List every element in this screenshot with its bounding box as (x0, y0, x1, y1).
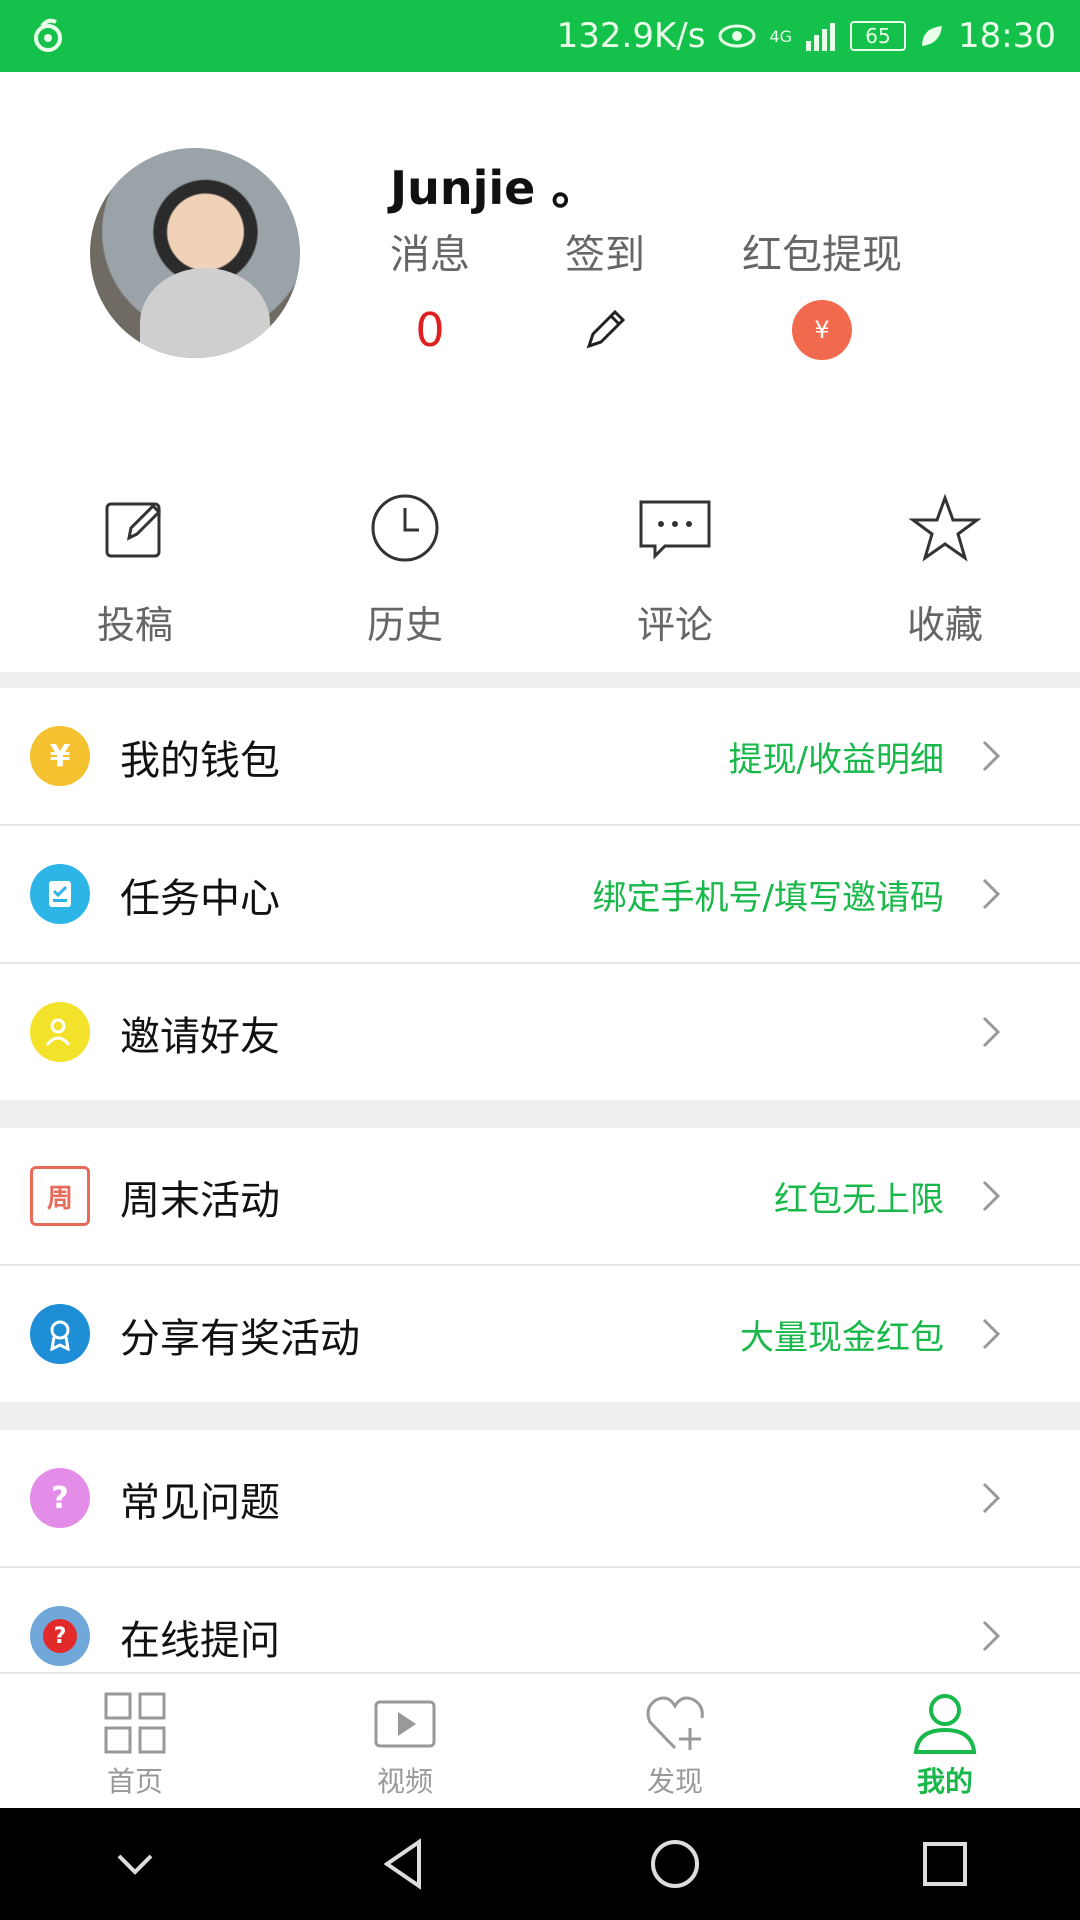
menu-item-title: 任务中心 (120, 876, 280, 922)
red-packet-icon: ¥ (792, 300, 852, 360)
quick-action-label: 评论 (636, 603, 713, 647)
menu-item-title: 在线提问 (120, 1618, 280, 1664)
battery-icon: 65 (850, 21, 907, 51)
menu-item-wallet[interactable]: ¥ 我的钱包 提现/收益明细 (0, 688, 1080, 826)
menu-item-hint: 提现/收益明细 (728, 740, 944, 780)
chevron-down-icon[interactable] (103, 1832, 167, 1896)
section-divider (0, 1100, 1080, 1128)
menu-item-task-center[interactable]: 任务中心 绑定手机号/填写邀请码 (0, 826, 1080, 964)
video-play-icon (374, 1700, 436, 1748)
system-nav-bar (0, 1808, 1080, 1920)
nav-tab-label: 我的 (916, 1765, 973, 1798)
eye-icon (718, 24, 756, 48)
nav-tab-label: 发现 (646, 1765, 703, 1798)
menu-item-weekend-activity[interactable]: 周 周末活动 红包无上限 (0, 1128, 1080, 1266)
signal-type: 4G (769, 26, 793, 46)
signal-bars-icon (806, 23, 836, 51)
clock-icon (371, 494, 439, 562)
edit-icon (105, 502, 162, 558)
heart-plus-icon (646, 1696, 704, 1750)
invite-user-icon (30, 1002, 90, 1062)
status-bar: 132.9K/s 4G 65 18:30 (0, 0, 1080, 72)
quick-actions: 投稿 历史 评论 收藏 (0, 432, 1080, 672)
calendar-icon: 周 (30, 1166, 90, 1226)
quick-action-label: 历史 (366, 603, 443, 647)
menu-item-title: 周末活动 (120, 1178, 280, 1224)
nav-tab-label: 视频 (376, 1765, 433, 1798)
bottom-nav: 首页 视频 发现 我的 (0, 1672, 1080, 1810)
user-icon (913, 1694, 977, 1754)
leaf-icon (922, 26, 943, 46)
menu-item-faq[interactable]: ? 常见问题 (0, 1430, 1080, 1568)
stat-messages[interactable]: 消息 0 (330, 222, 530, 362)
money-bag-icon: ¥ (30, 726, 90, 786)
chevron-right-icon (982, 878, 1001, 910)
app-notification-icon (34, 18, 62, 52)
pencil-icon (586, 309, 626, 349)
nav-tab-discover[interactable]: 发现 (540, 1674, 810, 1810)
home-icon[interactable] (643, 1832, 707, 1896)
nav-tab-home[interactable]: 首页 (0, 1674, 270, 1810)
question-icon: ? (30, 1468, 90, 1528)
quick-action-history[interactable]: 历史 (270, 432, 540, 672)
network-speed: 132.9K/s (556, 16, 706, 56)
nav-tab-me[interactable]: 我的 (810, 1674, 1080, 1810)
battery-level: 65 (865, 24, 891, 48)
stat-label: 签到 (565, 232, 645, 278)
chevron-right-icon (982, 1318, 1001, 1350)
menu-item-title: 邀请好友 (120, 1014, 280, 1060)
profile-header: Junjie 。 消息 0 签到 红包提现 ¥ (0, 72, 1080, 432)
award-icon (30, 1304, 90, 1364)
stat-label: 红包提现 (742, 232, 902, 278)
menu-item-title: 我的钱包 (120, 738, 280, 784)
chevron-right-icon (982, 740, 1001, 772)
menu-item-hint: 绑定手机号/填写邀请码 (592, 878, 944, 918)
username: Junjie 。 (390, 161, 598, 215)
task-icon (30, 864, 90, 924)
message-count: 0 (415, 303, 445, 357)
quick-action-comments[interactable]: 评论 (540, 432, 810, 672)
nav-tab-video[interactable]: 视频 (270, 1674, 540, 1810)
clock-time: 18:30 (958, 16, 1056, 56)
menu-item-hint: 大量现金红包 (740, 1318, 944, 1358)
star-icon (908, 493, 982, 562)
menu-item-title: 分享有奖活动 (120, 1316, 360, 1362)
stat-label: 消息 (390, 232, 470, 278)
recents-icon[interactable] (913, 1832, 977, 1896)
stat-redpacket-withdraw[interactable]: 红包提现 ¥ (722, 222, 922, 362)
section-divider (0, 1402, 1080, 1430)
menu-item-hint: 红包无上限 (774, 1180, 944, 1220)
quick-action-favorites[interactable]: 收藏 (810, 432, 1080, 672)
comment-icon (639, 500, 711, 560)
quick-action-label: 投稿 (96, 603, 173, 647)
avatar[interactable] (90, 148, 300, 358)
grid-icon (104, 1692, 166, 1754)
chat-question-icon: ? (30, 1606, 90, 1666)
quick-action-label: 收藏 (906, 603, 983, 647)
back-icon[interactable] (373, 1832, 437, 1896)
chevron-right-icon (982, 1180, 1001, 1212)
menu-item-share-reward[interactable]: 分享有奖活动 大量现金红包 (0, 1266, 1080, 1404)
stat-checkin[interactable]: 签到 (505, 222, 705, 362)
nav-tab-label: 首页 (106, 1765, 163, 1798)
chevron-right-icon (982, 1620, 1001, 1652)
quick-action-submit[interactable]: 投稿 (0, 432, 270, 672)
chevron-right-icon (982, 1482, 1001, 1514)
chevron-right-icon (982, 1016, 1001, 1048)
section-divider (0, 672, 1080, 688)
menu-item-invite-friends[interactable]: 邀请好友 (0, 964, 1080, 1102)
menu-item-title: 常见问题 (120, 1480, 280, 1526)
